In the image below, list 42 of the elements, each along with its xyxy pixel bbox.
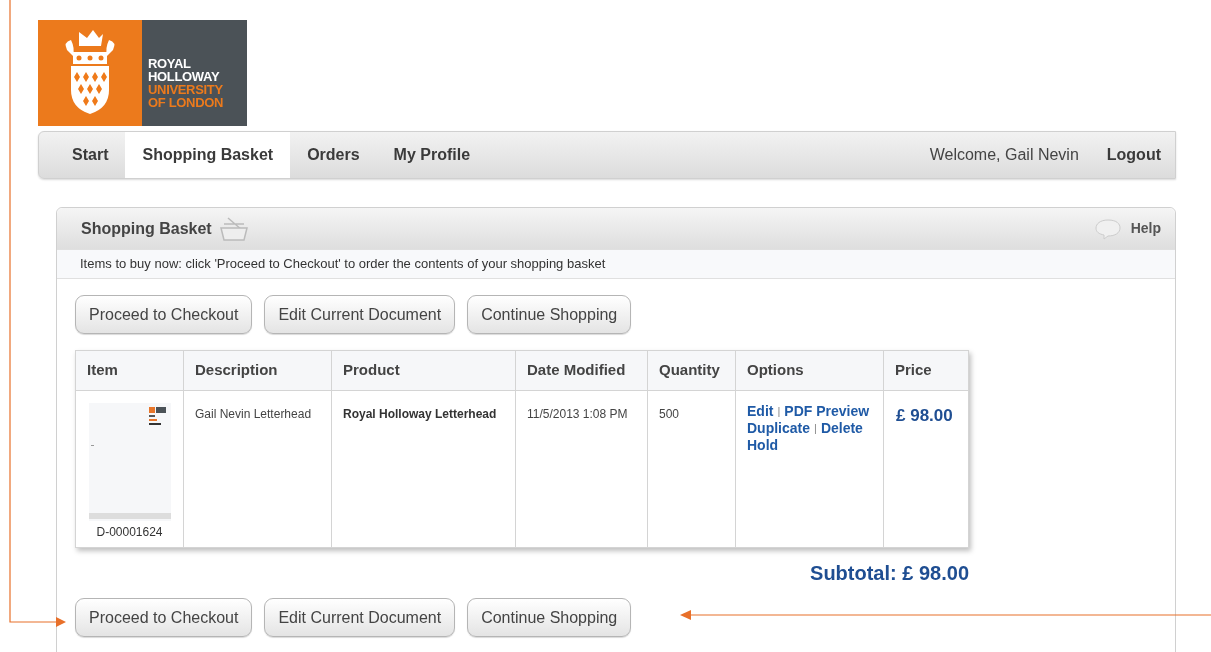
help-link[interactable]: Help (1130, 218, 1161, 239)
nav-tab[interactable]: Start (55, 132, 126, 178)
logo-text: UNIVERSITY (148, 83, 224, 96)
product-text: Royal Holloway Letterhead (343, 407, 497, 421)
column-header: Date Modified (515, 350, 648, 391)
option-link[interactable]: Edit (747, 403, 774, 420)
column-header: Price (883, 350, 969, 391)
action-button[interactable]: Continue Shopping (467, 598, 632, 637)
nav-tab[interactable]: Orders (290, 132, 377, 178)
action-button[interactable]: Proceed to Checkout (75, 598, 253, 637)
column-header: Options (735, 350, 884, 391)
logout-link[interactable]: Logout (1106, 132, 1161, 178)
date-text: 11/5/2013 1:08 PM (527, 407, 628, 421)
welcome-text: Welcome, Gail Nevin (929, 145, 1079, 165)
logo-text: HOLLOWAY (148, 70, 221, 83)
logo-text: OF LONDON (148, 96, 225, 109)
speech-bubble-icon[interactable] (1094, 217, 1121, 240)
option-link[interactable]: Delete (820, 420, 863, 437)
logo-text: ROYAL (148, 57, 192, 70)
nav-tab[interactable]: My Profile (376, 132, 488, 178)
nav-tab[interactable]: Shopping Basket (125, 132, 291, 178)
option-link[interactable]: PDF Preview (784, 403, 870, 420)
action-button[interactable]: Edit Current Document (264, 295, 456, 334)
separator-text: | (814, 421, 817, 436)
price-text: £ 98.00 (896, 406, 953, 425)
column-header: Quantity (647, 350, 736, 391)
separator-text: | (777, 404, 781, 419)
action-button[interactable]: Continue Shopping (467, 295, 632, 334)
option-link[interactable]: Hold (747, 437, 779, 454)
action-button[interactable]: Proceed to Checkout (75, 295, 253, 334)
quantity-text: 500 (659, 407, 680, 421)
description-text: Gail Nevin Letterhead (195, 407, 312, 421)
column-header: Item (75, 350, 184, 391)
action-button[interactable]: Edit Current Document (264, 598, 456, 637)
basket-icon (217, 215, 250, 242)
panel-title: Shopping Basket (81, 218, 212, 239)
item-id: D-00001624 (96, 524, 163, 541)
info-text: Items to buy now: click 'Proceed to Checkout' to order the contents of your shopping basket (80, 255, 606, 274)
subtotal-text: Subtotal: £ 98.00 (810, 561, 969, 586)
option-link[interactable]: Duplicate (747, 420, 810, 437)
column-header: Product (331, 350, 516, 391)
column-header: Description (183, 350, 332, 391)
